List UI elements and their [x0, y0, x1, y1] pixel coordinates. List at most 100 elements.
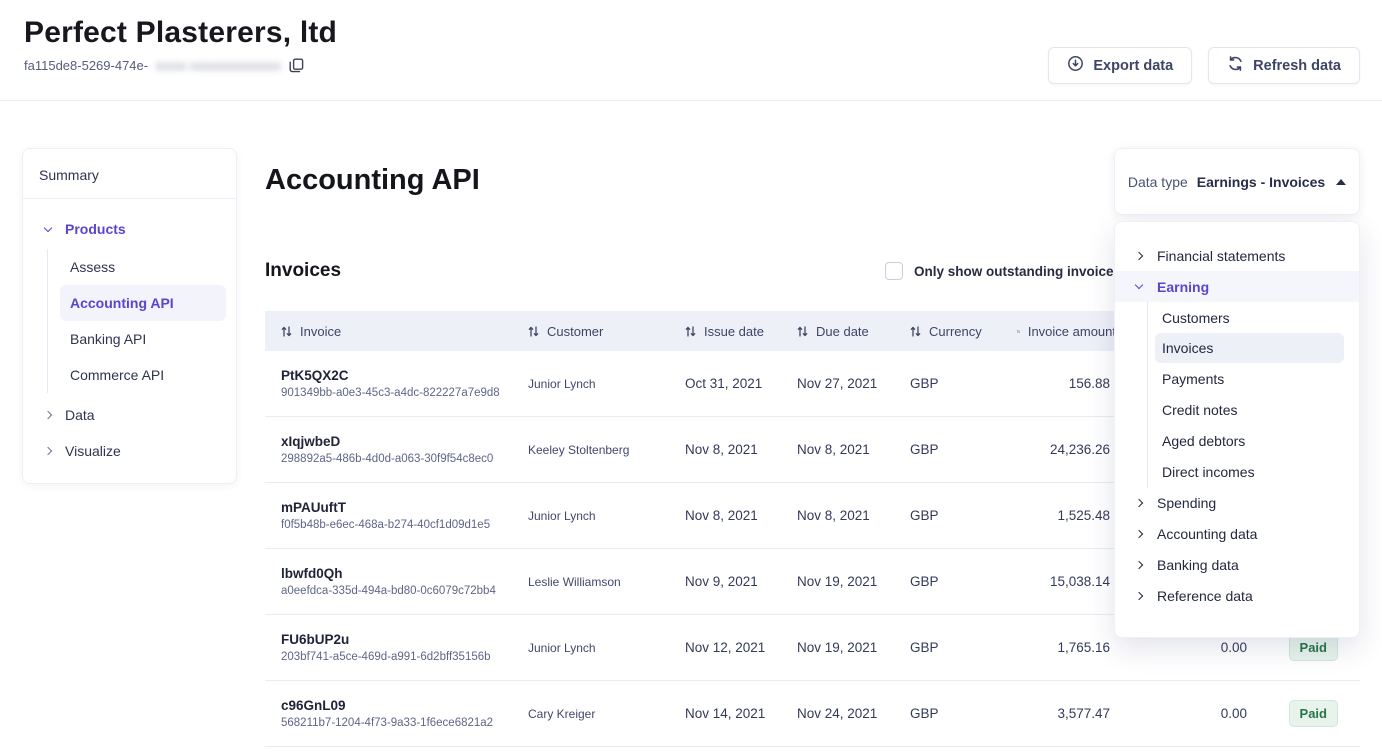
sort-icon [528, 325, 539, 338]
sidebar-item-banking-api[interactable]: Banking API [48, 321, 226, 357]
invoice-uuid: 203bf741-a5ce-469d-a991-6d2bff35156b [281, 651, 512, 663]
due-date-cell: Nov 27, 2021 [781, 376, 894, 391]
header-divider [0, 100, 1382, 101]
invoice-code: lbwfd0Qh [281, 566, 512, 581]
status-cell: Paid [1253, 634, 1360, 661]
invoice-amount-cell: 1,765.16 [1001, 640, 1116, 655]
issue-date-cell: Nov 8, 2021 [669, 442, 781, 457]
sort-icon [685, 325, 696, 338]
column-header[interactable]: Invoice amount [1001, 324, 1116, 339]
customer-cell: Cary Kreiger [512, 707, 669, 721]
invoice-cell: PtK5QX2C 901349bb-a0e3-45c3-a4dc-822227a… [265, 368, 512, 399]
chevron-right-icon [1133, 593, 1145, 599]
issue-date-cell: Nov 8, 2021 [669, 508, 781, 523]
invoice-cell: mPAUuftT f0f5b48b-e6ec-468a-b274-40cf1d0… [265, 500, 512, 531]
customer-cell: Junior Lynch [512, 377, 669, 391]
invoice-code: PtK5QX2C [281, 368, 512, 383]
currency-cell: GBP [894, 706, 1001, 721]
section-title: Invoices [265, 260, 341, 282]
due-date-cell: Nov 19, 2021 [781, 574, 894, 589]
column-header[interactable]: Issue date [669, 324, 781, 339]
chevron-right-icon [43, 412, 53, 418]
datatype-dropdown-button[interactable]: Data type Earnings - Invoices [1114, 148, 1360, 215]
sort-icon [281, 325, 292, 338]
issue-date-cell: Nov 12, 2021 [669, 640, 781, 655]
datatype-item-accounting-data[interactable]: Accounting data [1115, 518, 1359, 549]
invoice-code: c96GnL09 [281, 698, 512, 713]
customer-cell: Junior Lynch [512, 509, 669, 523]
sort-icon [910, 325, 921, 338]
sort-icon [797, 325, 808, 338]
due-date-cell: Nov 8, 2021 [781, 442, 894, 457]
invoice-code: mPAUuftT [281, 500, 512, 515]
column-header[interactable]: Customer [512, 324, 669, 339]
datatype-panel: Data type Earnings - Invoices Financial … [1114, 148, 1360, 638]
datatype-item-direct-incomes[interactable]: Direct incomes [1115, 456, 1359, 487]
datatype-item-customers[interactable]: Customers [1115, 302, 1359, 333]
amount-due-cell: 0.00 [1116, 706, 1253, 721]
chevron-right-icon [1133, 531, 1145, 537]
invoice-uuid: 298892a5-486b-4d0d-a063-30f9f54c8ec0 [281, 453, 512, 465]
datatype-item-invoices[interactable]: Invoices [1155, 333, 1344, 363]
status-badge: Paid [1289, 634, 1338, 661]
chevron-right-icon [1133, 253, 1145, 259]
company-id-visible: fa115de8-5269-474e- [24, 58, 148, 73]
invoice-amount-cell: 156.88 [1001, 376, 1116, 391]
sidebar-item-visualize[interactable]: Visualize [23, 433, 236, 469]
datatype-item-payments[interactable]: Payments [1115, 363, 1359, 394]
page-title: Accounting API [265, 164, 480, 197]
sidebar-item-commerce-api[interactable]: Commerce API [48, 357, 226, 393]
invoice-amount-cell: 15,038.14 [1001, 574, 1116, 589]
datatype-item-credit-notes[interactable]: Credit notes [1115, 394, 1359, 425]
chevron-right-icon [43, 448, 53, 454]
outstanding-invoices-checkbox[interactable] [885, 262, 903, 280]
column-header[interactable]: Invoice [265, 324, 512, 339]
sidebar-item-accounting-api[interactable]: Accounting API [60, 285, 226, 321]
issue-date-cell: Nov 9, 2021 [669, 574, 781, 589]
sidebar-item-data[interactable]: Data [23, 397, 236, 433]
due-date-cell: Nov 19, 2021 [781, 640, 894, 655]
datatype-value: Earnings - Invoices [1197, 174, 1325, 190]
export-icon [1067, 55, 1084, 76]
invoice-uuid: 568211b7-1204-4f73-9a33-1f6ece6821a2 [281, 717, 512, 729]
currency-cell: GBP [894, 442, 1001, 457]
invoice-cell: lbwfd0Qh a0eefdca-335d-494a-bd80-0c6079c… [265, 566, 512, 597]
invoice-code: FU6bUP2u [281, 632, 512, 647]
datatype-item-spending[interactable]: Spending [1115, 487, 1359, 518]
invoice-amount-cell: 24,236.26 [1001, 442, 1116, 457]
refresh-icon [1227, 55, 1244, 76]
chevron-right-icon [1133, 562, 1145, 568]
datatype-item-financial-statements[interactable]: Financial statements [1115, 240, 1359, 271]
chevron-right-icon [1133, 500, 1145, 506]
invoice-uuid: a0eefdca-335d-494a-bd80-0c6079c72bb4 [281, 585, 512, 597]
export-data-button[interactable]: Export data [1048, 47, 1192, 84]
datatype-item-reference-data[interactable]: Reference data [1115, 580, 1359, 611]
refresh-data-button[interactable]: Refresh data [1208, 47, 1360, 84]
currency-cell: GBP [894, 508, 1001, 523]
sidebar-item-assess[interactable]: Assess [48, 249, 226, 285]
datatype-item-earning[interactable]: Earning [1115, 271, 1359, 302]
customer-cell: Junior Lynch [512, 641, 669, 655]
customer-cell: Leslie Williamson [512, 575, 669, 589]
invoice-cell: FU6bUP2u 203bf741-a5ce-469d-a991-6d2bff3… [265, 632, 512, 663]
invoice-code: xIqjwbeD [281, 434, 512, 449]
datatype-label: Data type [1128, 174, 1188, 190]
sidebar-item-summary[interactable]: Summary [23, 149, 236, 199]
sidebar-products-children: AssessAccounting APIBanking APICommerce … [47, 249, 226, 393]
status-badge: Paid [1289, 700, 1338, 727]
datatype-item-aged-debtors[interactable]: Aged debtors [1115, 425, 1359, 456]
datatype-item-banking-data[interactable]: Banking data [1115, 549, 1359, 580]
column-header[interactable]: Currency [894, 324, 1001, 339]
table-row[interactable]: c96GnL09 568211b7-1204-4f73-9a33-1f6ece6… [265, 681, 1360, 747]
datatype-menu: Financial statementsEarningCustomersInvo… [1114, 221, 1360, 638]
caret-up-icon [1336, 179, 1346, 185]
sort-icon [1017, 325, 1020, 338]
column-header[interactable]: Due date [781, 324, 894, 339]
copy-icon[interactable] [289, 58, 304, 73]
issue-date-cell: Oct 31, 2021 [669, 376, 781, 391]
chevron-down-icon [43, 228, 53, 231]
currency-cell: GBP [894, 640, 1001, 655]
checkbox-label: Only show outstanding invoices [914, 264, 1121, 279]
sidebar-item-products[interactable]: Products [23, 211, 236, 247]
issue-date-cell: Nov 14, 2021 [669, 706, 781, 721]
